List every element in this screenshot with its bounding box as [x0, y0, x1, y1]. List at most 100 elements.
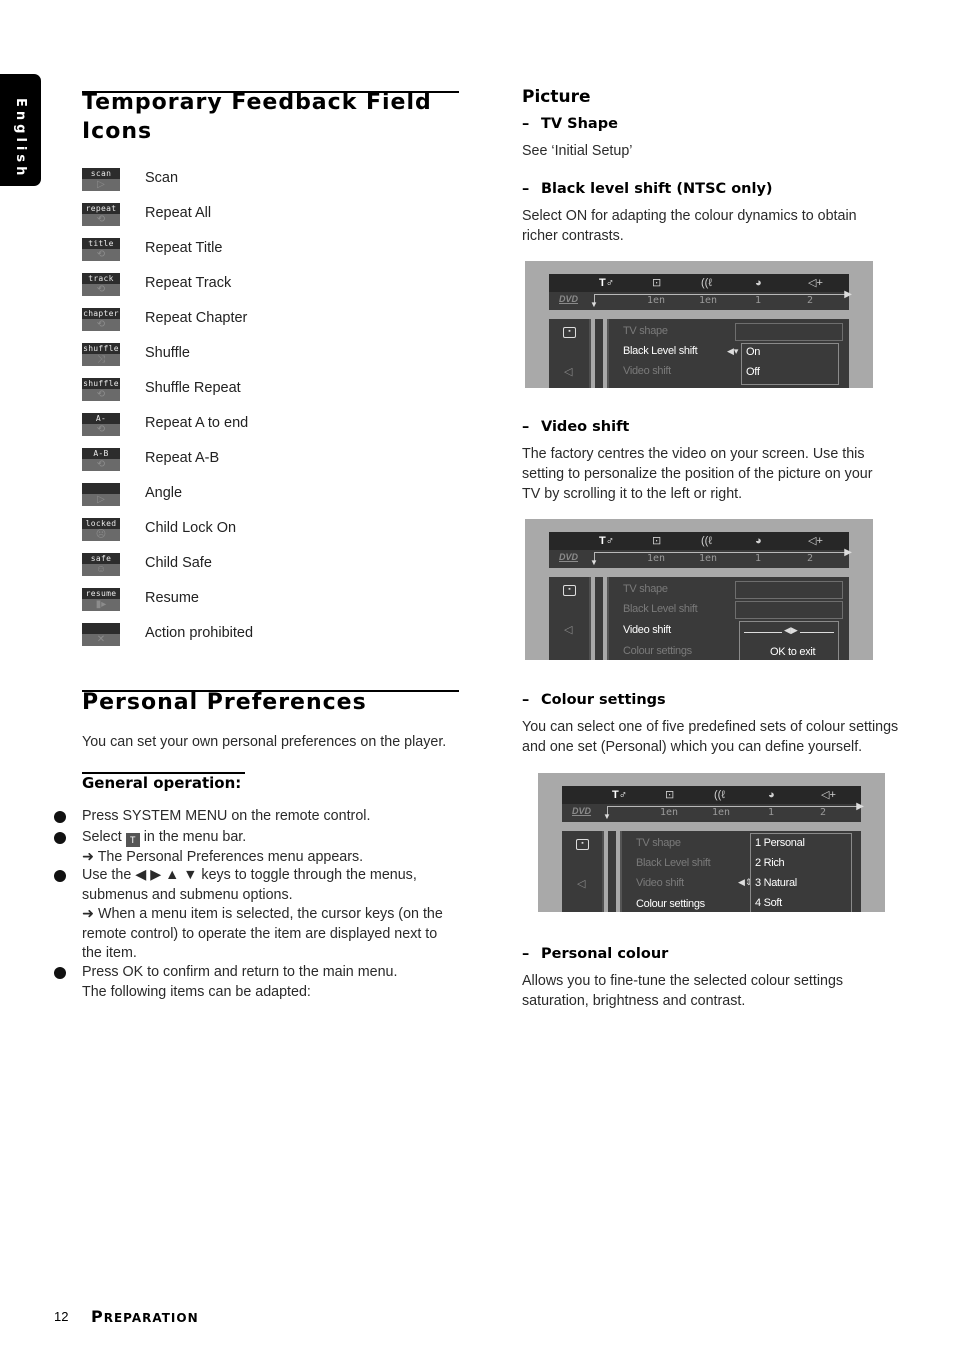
bullet-result: ➜ When a menu item is selected, the curs… — [82, 906, 443, 922]
text-line: saturation, brightness and contrast. — [522, 993, 746, 1009]
icon-label: Repeat Title — [145, 240, 223, 256]
osd-item-video-shift: Video shift — [623, 624, 671, 636]
heading-text: Colour settings — [541, 692, 666, 708]
osd-bar-top — [549, 274, 849, 292]
child-safe-icon: safe ☺ — [82, 553, 120, 576]
text-line: and one set (Personal) which you can def… — [522, 739, 863, 755]
black-level-heading: – Black level shift (NTSC only) — [522, 181, 773, 197]
icon-symbol: ⟲ — [96, 319, 106, 330]
black-level-text: Select ON for adapting the colour dynami… — [522, 206, 857, 246]
title-line-2: Icons — [82, 119, 153, 144]
tv-shape-text: See ‘Initial Setup’ — [522, 143, 633, 159]
angle-icon: ▷ — [82, 483, 120, 506]
osd-value-box — [735, 581, 843, 599]
feedback-icon-row: title ⟲ Repeat Title — [82, 238, 462, 262]
text-line: richer contrasts. — [522, 228, 624, 244]
icon-symbol: ▮▸ — [95, 599, 107, 610]
osd-menu-bar: T♂ ⊡ ((ℓ ◕ ◁+ ▶ ▼ DVD 1en 1en 1 2 — [562, 786, 864, 822]
angle-globe-icon: ◕ — [755, 277, 762, 289]
bullet-line: Press SYSTEM MENU on the remote control. — [82, 808, 371, 824]
arrow-down-icon: ▼ — [590, 300, 598, 309]
osd-item-tv-shape: TV shape — [623, 583, 668, 595]
icon-tag — [82, 483, 120, 494]
osd-panel: TV shape Black Level shift Video shift C… — [620, 831, 861, 912]
text-line: The factory centres the video on your sc… — [522, 446, 865, 462]
osd-gap — [608, 831, 616, 912]
icon-label: Shuffle — [145, 345, 190, 361]
text-line: TV by scrolling it to the left or right. — [522, 486, 743, 502]
icon-symbol: ⟲ — [96, 214, 106, 225]
repeat-title-icon: title ⟲ — [82, 238, 120, 261]
feedback-icon-row: ✕ Action prohibited — [82, 623, 462, 647]
icon-tag: locked — [82, 518, 120, 529]
feedback-icon-row: resume ▮▸ Resume — [82, 588, 462, 612]
osd-item-colour: Colour settings — [636, 898, 705, 910]
picture-icon: ▪ — [563, 585, 576, 596]
picture-heading: Picture — [522, 87, 591, 107]
bullet-text: Press SYSTEM MENU on the remote control. — [82, 807, 462, 827]
osd-option: Off — [746, 366, 760, 378]
angle-globe-icon: ◕ — [768, 789, 775, 801]
icon-symbol: ⟲ — [96, 249, 106, 260]
bullet-result: the item. — [82, 945, 137, 961]
icon-tag: track — [82, 273, 120, 284]
icon-symbol: ⟲ — [96, 389, 106, 400]
icon-label: Resume — [145, 590, 199, 606]
bullet-text: Press OK to confirm and return to the ma… — [82, 963, 462, 1002]
icon-symbol: ⤨ — [97, 354, 105, 365]
feedback-icon-row: repeat ⟲ Repeat All — [82, 203, 462, 227]
osd-bar-value: 2 — [807, 295, 814, 306]
cursor-left-down-icon: ◀▾ — [727, 346, 739, 356]
heading-text: Personal colour — [541, 946, 669, 962]
arrow-down-icon: ▼ — [603, 812, 611, 821]
feedback-icon-row: track ⟲ Repeat Track — [82, 273, 462, 297]
prefs-section-title: Personal Preferences — [82, 690, 367, 715]
osd-side-menu: ▪ ◁ — [549, 577, 591, 660]
slider-handle-icon[interactable]: ◀▶ — [782, 625, 800, 636]
footer-cap: P — [91, 1307, 104, 1326]
video-shift-heading: – Video shift — [522, 419, 629, 435]
footer-rest: REPARATION — [103, 1311, 199, 1325]
icon-symbol: ✕ — [96, 634, 106, 645]
icon-tag: safe — [82, 553, 120, 564]
feedback-icon-row: A-B ⟲ Repeat A-B — [82, 448, 462, 472]
audio-language-icon: ((ℓ — [701, 535, 712, 547]
osd-bar-value: 1en — [712, 807, 731, 818]
picture-icon: ▪ — [563, 327, 576, 338]
osd-item-colour: Colour settings — [623, 645, 692, 657]
title-line-1: Temporary Feedback Field — [82, 90, 432, 115]
icon-tag: scan — [82, 168, 120, 179]
bullet-result: remote control) to operate the item are … — [82, 925, 438, 942]
subtitle-icon: ⊡ — [652, 535, 662, 547]
dvd-logo: DVD — [559, 552, 579, 562]
feedback-icon-row: shuffle ⟲ Shuffle Repeat — [82, 378, 462, 402]
speaker-icon: ◁ — [564, 624, 573, 636]
personal-preferences-icon: T♂ — [612, 789, 627, 801]
dash: – — [522, 116, 530, 132]
icon-tag: shuffle — [82, 378, 120, 389]
repeat-a-to-end-icon: A- ⟲ — [82, 413, 120, 436]
dvd-logo: DVD — [559, 294, 579, 304]
bullet-fragment: Select — [82, 829, 122, 845]
repeat-track-icon: track ⟲ — [82, 273, 120, 296]
icon-symbol: ▷ — [97, 494, 105, 505]
feedback-section-title: Temporary Feedback Field Icons — [82, 88, 432, 146]
language-tab-label: English — [13, 98, 28, 180]
icon-label: Angle — [145, 485, 183, 501]
feedback-icon-row: A- ⟲ Repeat A to end — [82, 413, 462, 437]
icon-label: Repeat A-B — [145, 450, 220, 466]
feedback-icon-row: scan ▷ Scan — [82, 168, 462, 192]
ok-to-exit-label: OK to exit — [770, 646, 816, 658]
feedback-icon-row: ▷ Angle — [82, 483, 462, 507]
osd-item-video-shift: Video shift — [636, 877, 684, 889]
osd-menu-bar: T♂ ⊡ ((ℓ ◕ ◁+ ▶ ▼ DVD 1en 1en 1 2 — [549, 532, 852, 568]
osd-screen-video-shift: T♂ ⊡ ((ℓ ◕ ◁+ ▶ ▼ DVD 1en 1en 1 2 ▪ ◁ TV shape Blac… — [525, 519, 873, 660]
personal-preferences-icon: T♂ — [599, 277, 614, 289]
osd-bar-value: 2 — [820, 807, 827, 818]
arrow-right-icon: ▶ — [844, 547, 852, 558]
bullet-line: The following items can be adapted: — [82, 983, 311, 1000]
heading-text: TV Shape — [541, 116, 618, 132]
osd-bar-value: 1en — [647, 295, 666, 306]
resume-icon: resume ▮▸ — [82, 588, 120, 611]
bullet — [54, 811, 66, 823]
